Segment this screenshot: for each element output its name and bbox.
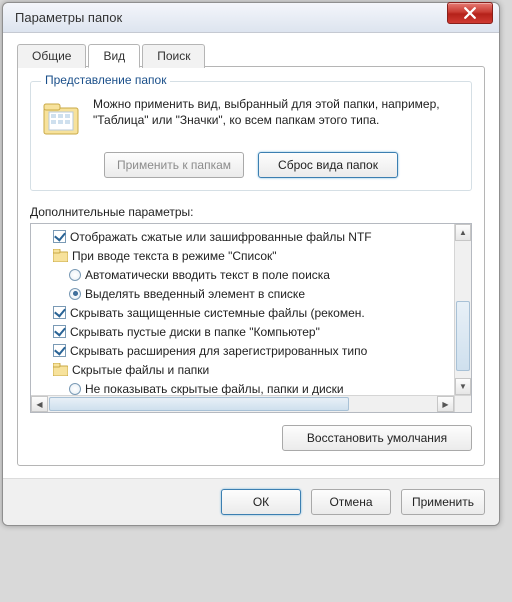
scroll-thumb[interactable] — [49, 397, 349, 411]
advanced-settings-list: Отображать сжатые или зашифрованные файл… — [30, 223, 472, 413]
folder-icon — [53, 363, 68, 376]
list-item[interactable]: Скрывать защищенные системные файлы (рек… — [35, 303, 469, 322]
radio-icon[interactable] — [69, 269, 81, 281]
close-button[interactable] — [447, 2, 493, 24]
cancel-button[interactable]: Отмена — [311, 489, 391, 515]
dialog-buttons: ОК Отмена Применить — [3, 478, 499, 525]
folder-view-icon — [41, 98, 83, 140]
folder-options-dialog: Параметры папок Общие Вид Поиск Представ… — [2, 2, 500, 526]
tab-search[interactable]: Поиск — [142, 44, 205, 68]
list-item[interactable]: Скрывать расширения для зарегистрированн… — [35, 341, 469, 360]
scroll-up-icon[interactable]: ▲ — [455, 224, 471, 241]
tabstrip: Общие Вид Поиск — [17, 43, 485, 67]
vertical-scrollbar[interactable]: ▲ ▼ — [454, 224, 471, 395]
dialog-body: Общие Вид Поиск Представление папок — [3, 33, 499, 478]
radio-icon[interactable] — [69, 383, 81, 395]
list-item[interactable]: Отображать сжатые или зашифрованные файл… — [35, 227, 469, 246]
advanced-settings-label: Дополнительные параметры: — [30, 205, 472, 219]
close-icon — [464, 7, 476, 19]
folder-view-group: Представление папок Можно применить вид,… — [30, 81, 472, 191]
list-item[interactable]: Выделять введенный элемент в списке — [35, 284, 469, 303]
list-item[interactable]: Автоматически вводить текст в поле поиск… — [35, 265, 469, 284]
horizontal-scrollbar[interactable]: ◀ ▶ — [31, 395, 454, 412]
radio-icon[interactable] — [69, 288, 81, 300]
apply-to-folders-button[interactable]: Применить к папкам — [104, 152, 244, 178]
folder-view-legend: Представление папок — [41, 73, 170, 87]
folder-view-text: Можно применить вид, выбранный для этой … — [93, 96, 461, 140]
titlebar: Параметры папок — [3, 3, 499, 33]
list-item[interactable]: Скрытые файлы и папки — [35, 360, 469, 379]
checkbox-icon[interactable] — [53, 344, 66, 357]
scroll-left-icon[interactable]: ◀ — [31, 396, 48, 412]
scroll-corner — [454, 395, 471, 412]
tabpanel-view: Представление папок Можно применить вид,… — [17, 66, 485, 466]
checkbox-icon[interactable] — [53, 306, 66, 319]
checkbox-icon[interactable] — [53, 325, 66, 338]
list-item[interactable]: При вводе текста в режиме "Список" — [35, 246, 469, 265]
tab-general[interactable]: Общие — [17, 44, 86, 68]
restore-defaults-button[interactable]: Восстановить умолчания — [282, 425, 472, 451]
ok-button[interactable]: ОК — [221, 489, 301, 515]
folder-icon — [53, 249, 68, 262]
list-item[interactable]: Скрывать пустые диски в папке "Компьютер… — [35, 322, 469, 341]
tab-view[interactable]: Вид — [88, 44, 140, 68]
scroll-down-icon[interactable]: ▼ — [455, 378, 471, 395]
scroll-right-icon[interactable]: ▶ — [437, 396, 454, 412]
reset-folder-views-button[interactable]: Сброс вида папок — [258, 152, 398, 178]
apply-button[interactable]: Применить — [401, 489, 485, 515]
scroll-thumb[interactable] — [456, 301, 470, 371]
window-title: Параметры папок — [15, 10, 493, 25]
checkbox-icon[interactable] — [53, 230, 66, 243]
